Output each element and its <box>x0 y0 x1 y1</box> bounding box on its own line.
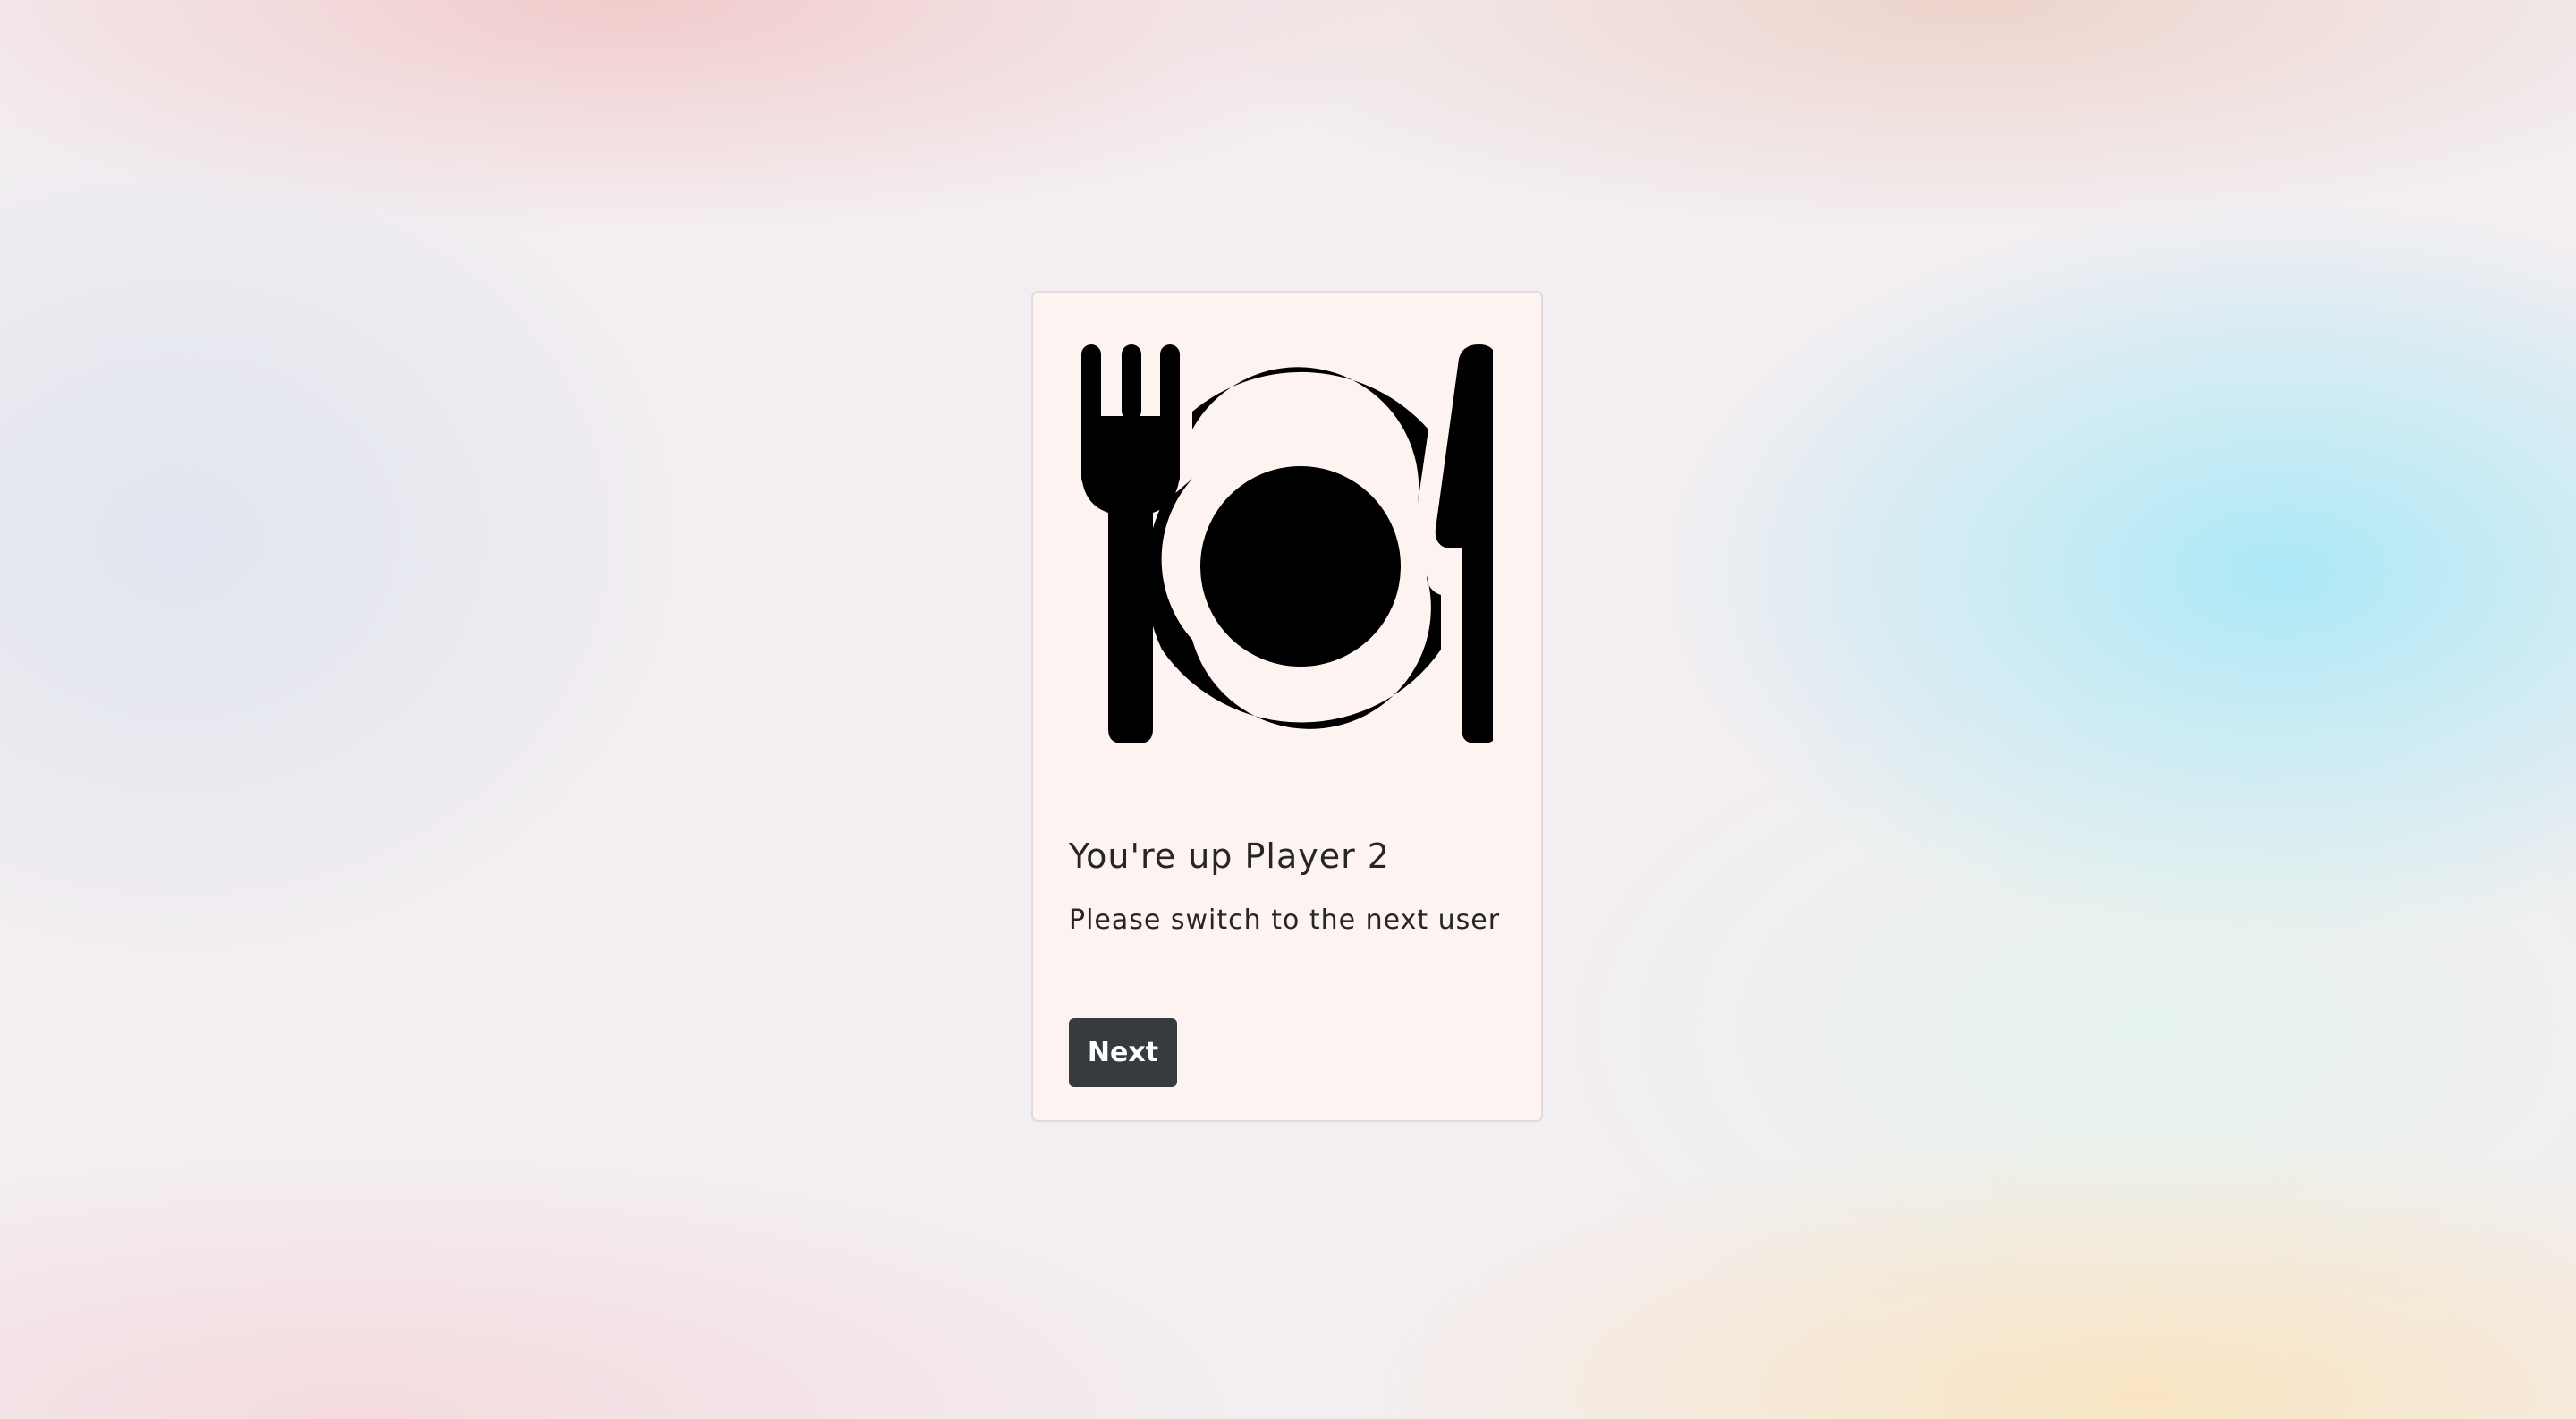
card-title: You're up Player 2 <box>1069 837 1390 876</box>
card-instruction-text: Please switch to the next user <box>1069 905 1501 936</box>
turn-card: You're up Player 2 Please switch to the … <box>1031 291 1543 1122</box>
fork-plate-knife-icon <box>1081 344 1493 752</box>
next-button[interactable]: Next <box>1069 1018 1177 1087</box>
